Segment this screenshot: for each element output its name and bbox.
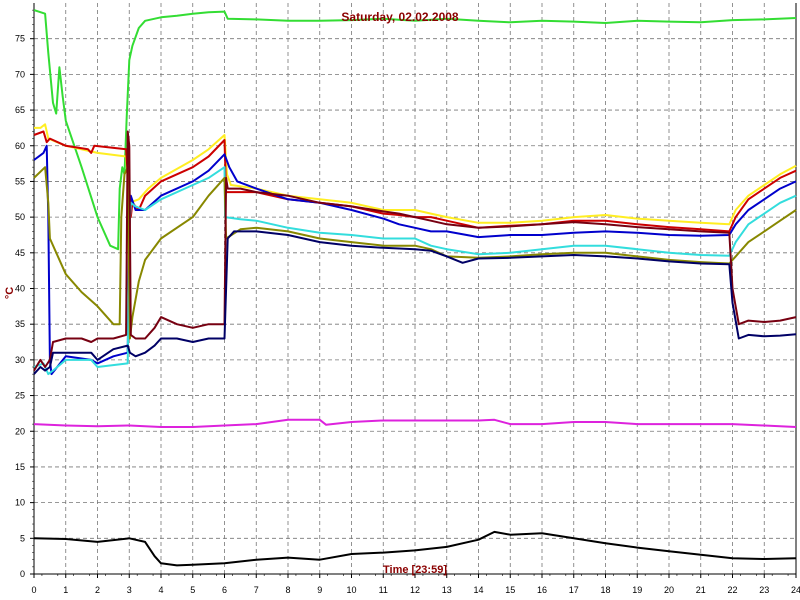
x-tick-label: 19 xyxy=(632,585,642,595)
x-axis-title: Time [23:59] xyxy=(383,564,447,576)
y-tick-label: 50 xyxy=(15,212,25,222)
y-tick-label: 0 xyxy=(20,569,25,579)
line-chart: 0 1 2 3 4 5 6 7 8 9 10 11 12 13 14 15 16 17 18 19 20 21 22 23 24… xyxy=(0,0,800,600)
x-tick-label: 1 xyxy=(63,585,68,595)
x-tick-label: 2 xyxy=(95,585,100,595)
y-tick-label: 25 xyxy=(15,391,25,401)
x-tick-label: 23 xyxy=(759,585,769,595)
y-tick-label: 65 xyxy=(15,105,25,115)
y-tick-label: 5 xyxy=(20,533,25,543)
y-axis-title: °C xyxy=(4,287,16,299)
x-tick-label: 15 xyxy=(505,585,515,595)
x-tick-label: 17 xyxy=(569,585,579,595)
x-tick-label: 12 xyxy=(410,585,420,595)
x-tick-label: 6 xyxy=(222,585,227,595)
y-tick-label: 35 xyxy=(15,319,25,329)
y-tick-label: 45 xyxy=(15,248,25,258)
x-tick-label: 0 xyxy=(31,585,36,595)
x-tick-label: 16 xyxy=(537,585,547,595)
x-tick-label: 11 xyxy=(379,585,388,595)
x-tick-label: 24 xyxy=(791,585,800,595)
y-tick-label: 75 xyxy=(15,34,25,44)
x-tick-label: 18 xyxy=(600,585,610,595)
x-tick-label: 22 xyxy=(727,585,737,595)
y-tick-label: 30 xyxy=(15,355,25,365)
x-tick-label: 20 xyxy=(664,585,674,595)
y-tick-label: 20 xyxy=(15,426,25,436)
y-tick-label: 70 xyxy=(15,69,25,79)
y-tick-label: 55 xyxy=(15,176,25,186)
x-tick-label: 4 xyxy=(158,585,163,595)
x-tick-label: 9 xyxy=(317,585,322,595)
y-tick-label: 10 xyxy=(15,498,25,508)
x-tick-label: 5 xyxy=(190,585,195,595)
x-tick-label: 13 xyxy=(442,585,452,595)
y-tick-label: 60 xyxy=(15,141,25,151)
x-tick-label: 10 xyxy=(346,585,356,595)
chart-title: Saturday, 02.02.2008 xyxy=(341,10,459,24)
x-tick-label: 14 xyxy=(473,585,483,595)
x-tick-label: 8 xyxy=(285,585,290,595)
y-tick-label: 40 xyxy=(15,284,25,294)
x-tick-label: 7 xyxy=(254,585,259,595)
y-tick-label: 15 xyxy=(15,462,25,472)
x-tick-label: 21 xyxy=(696,585,706,595)
x-tick-label: 3 xyxy=(127,585,132,595)
